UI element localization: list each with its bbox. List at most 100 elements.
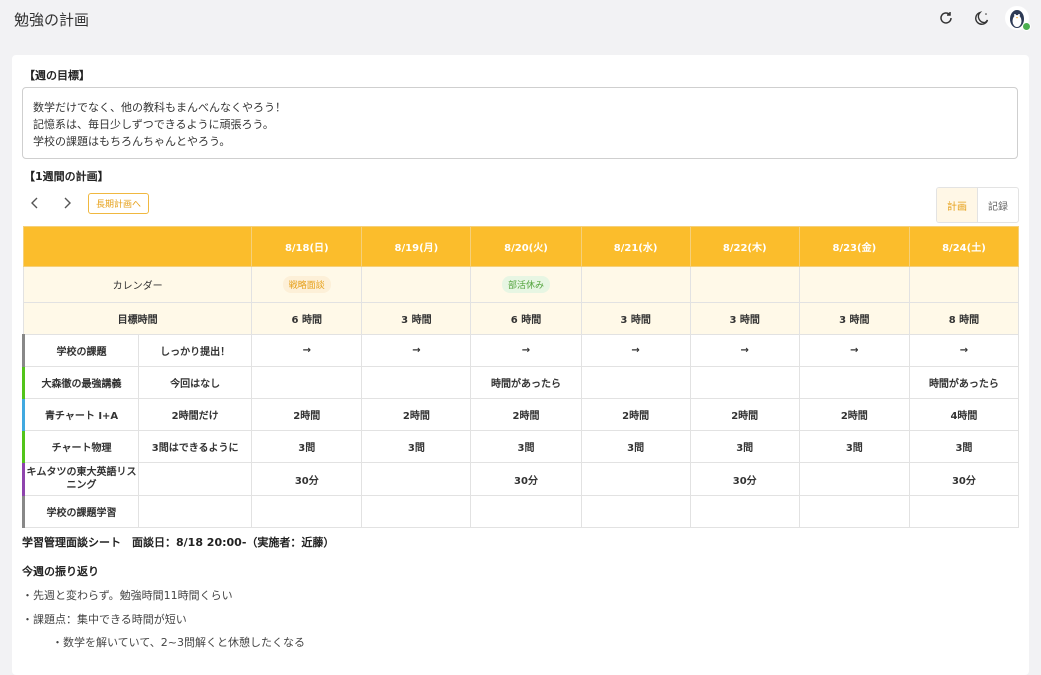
subject-name[interactable]: 大森徹の最強講義 (21, 366, 140, 399)
plan-cell[interactable]: → (689, 334, 800, 367)
chevron-right-icon (64, 197, 71, 209)
plan-cell[interactable]: 2時間 (470, 398, 582, 431)
prev-week-button[interactable] (24, 192, 46, 214)
subject-name[interactable]: チャート物理 (21, 430, 140, 463)
subject-name[interactable]: 学校の課題学習 (21, 495, 140, 528)
record-toggle-button[interactable]: 記録 (978, 188, 1018, 222)
calendar-cell[interactable]: 部活休み (470, 266, 582, 303)
subject-row: 大森徹の最強講義 今回はなし 時間があったら 時間があったら (21, 366, 1020, 399)
plan-cell[interactable]: → (908, 334, 1020, 367)
date-header-row: 8/18(日) 8/19(月) 8/20(火) 8/21(水) 8/22(木) … (22, 226, 1020, 267)
plan-cell[interactable]: 3問 (908, 430, 1020, 463)
plan-cell[interactable]: 2時間 (251, 398, 363, 431)
plan-cell[interactable]: 30分 (470, 462, 582, 496)
calendar-cell[interactable]: 戦略面談 (251, 266, 363, 303)
plan-toggle-button[interactable]: 計画 (937, 188, 978, 222)
subject-name[interactable]: 青チャート I+A (21, 398, 140, 431)
plan-cell[interactable]: 3問 (689, 430, 800, 463)
plan-cell[interactable] (361, 462, 472, 496)
long-plan-button[interactable]: 長期計画へ (88, 192, 150, 214)
plan-cell[interactable]: 2時間 (361, 398, 472, 431)
plan-cell[interactable]: → (580, 334, 691, 367)
subject-name[interactable]: キムタツの東大英語リスニング (21, 462, 140, 496)
calendar-cell[interactable] (580, 266, 691, 303)
date-header: 8/18(日) (251, 226, 363, 267)
refresh-icon[interactable] (933, 5, 959, 31)
calendar-cell[interactable] (689, 266, 800, 303)
plan-cell[interactable] (580, 462, 691, 496)
weekly-plan-label: 【1週間の計画】 (24, 170, 109, 183)
date-header: 8/24(土) (908, 226, 1020, 267)
plan-cell[interactable]: 3問 (798, 430, 910, 463)
plan-cell[interactable] (798, 495, 910, 528)
subject-note[interactable] (138, 495, 253, 528)
moon-icon[interactable] (969, 5, 995, 31)
page-title: 勉強の計画 (14, 11, 90, 29)
target-hours-cell[interactable]: 6 時間 (251, 302, 363, 335)
plan-cell[interactable]: 2時間 (580, 398, 691, 431)
subject-note[interactable] (138, 462, 253, 496)
plan-cell[interactable]: → (470, 334, 582, 367)
subject-note[interactable]: 2時間だけ (138, 398, 253, 431)
calendar-event-tag: 部活休み (501, 276, 550, 293)
plan-cell[interactable]: → (361, 334, 472, 367)
calendar-event-tag: 戦略面談 (282, 276, 331, 293)
plan-cell[interactable] (689, 495, 800, 528)
weekly-review-title: 今週の振り返り (22, 565, 99, 578)
plan-cell[interactable]: 時間があったら (908, 366, 1020, 399)
plan-cell[interactable]: 3問 (470, 430, 582, 463)
plan-cell[interactable]: 30分 (908, 462, 1020, 496)
avatar[interactable] (1005, 6, 1031, 31)
review-line: ・課題点：集中できる時間が短い (22, 613, 187, 626)
plan-cell[interactable] (580, 495, 691, 528)
calendar-cell[interactable] (361, 266, 472, 303)
subject-name[interactable]: 学校の課題 (21, 334, 140, 367)
calendar-cell[interactable] (798, 266, 910, 303)
plan-cell[interactable]: 4時間 (908, 398, 1020, 431)
plan-record-toggle: 計画 記録 (936, 187, 1019, 223)
plan-cell[interactable] (251, 366, 363, 399)
calendar-cell[interactable] (908, 266, 1020, 303)
plan-cell[interactable]: 時間があったら (470, 366, 582, 399)
plan-cell[interactable] (361, 495, 472, 528)
target-hours-cell[interactable]: 3 時間 (798, 302, 910, 335)
target-hours-cell[interactable]: 3 時間 (361, 302, 472, 335)
plan-cell[interactable] (361, 366, 472, 399)
plan-cell[interactable]: 30分 (689, 462, 800, 496)
target-hours-label: 目標時間 (22, 302, 253, 335)
subject-note[interactable]: 今回はなし (138, 366, 253, 399)
plan-cell[interactable]: → (251, 334, 363, 367)
subject-note[interactable]: 3問はできるように (138, 430, 253, 463)
subject-row: 青チャート I+A 2時間だけ 2時間 2時間 2時間 2時間 2時間 2時間 … (21, 398, 1020, 431)
plan-cell[interactable]: 3問 (251, 430, 363, 463)
plan-cell[interactable] (689, 366, 800, 399)
plan-cell[interactable]: → (798, 334, 910, 367)
interview-sheet-title: 学習管理面談シート 面談日：8/18 20:00-（実施者：近藤） (22, 536, 335, 549)
plan-cell[interactable] (251, 495, 363, 528)
target-hours-cell[interactable]: 8 時間 (908, 302, 1020, 335)
next-week-button[interactable] (56, 192, 78, 214)
target-hours-cell[interactable]: 3 時間 (689, 302, 800, 335)
review-line: ・先週と変わらず。勉強時間11時間くらい (22, 589, 233, 602)
plan-cell[interactable] (798, 462, 910, 496)
subject-note[interactable]: しっかり提出！ (138, 334, 253, 367)
plan-cell[interactable]: 3問 (580, 430, 691, 463)
plan-cell[interactable]: 30分 (251, 462, 363, 496)
plan-cell[interactable] (908, 495, 1020, 528)
goals-textbox[interactable]: 数学だけでなく、他の教科もまんべんなくやろう！ 記憶系は、毎日少しずつできるよう… (22, 87, 1018, 159)
top-icons (933, 5, 1031, 31)
plan-cell[interactable]: 2時間 (689, 398, 800, 431)
plan-cell[interactable]: 2時間 (798, 398, 910, 431)
calendar-row: カレンダー 戦略面談 部活休み (22, 266, 1020, 303)
plan-cell[interactable] (798, 366, 910, 399)
plan-cell[interactable] (580, 366, 691, 399)
plan-cell[interactable]: 3問 (361, 430, 472, 463)
goal-line: 学校の課題はもちろんちゃんとやろう。 (33, 135, 231, 148)
target-hours-cell[interactable]: 3 時間 (580, 302, 691, 335)
calendar-label: カレンダー (22, 266, 253, 303)
plan-cell[interactable] (470, 495, 582, 528)
target-hours-cell[interactable]: 6 時間 (470, 302, 582, 335)
online-status-dot (1022, 22, 1031, 31)
review-line: ・数学を解いていて、2~3問解くと休憩したくなる (52, 636, 306, 649)
goal-line: 記憶系は、毎日少しずつできるように頑張ろう。 (33, 118, 274, 131)
